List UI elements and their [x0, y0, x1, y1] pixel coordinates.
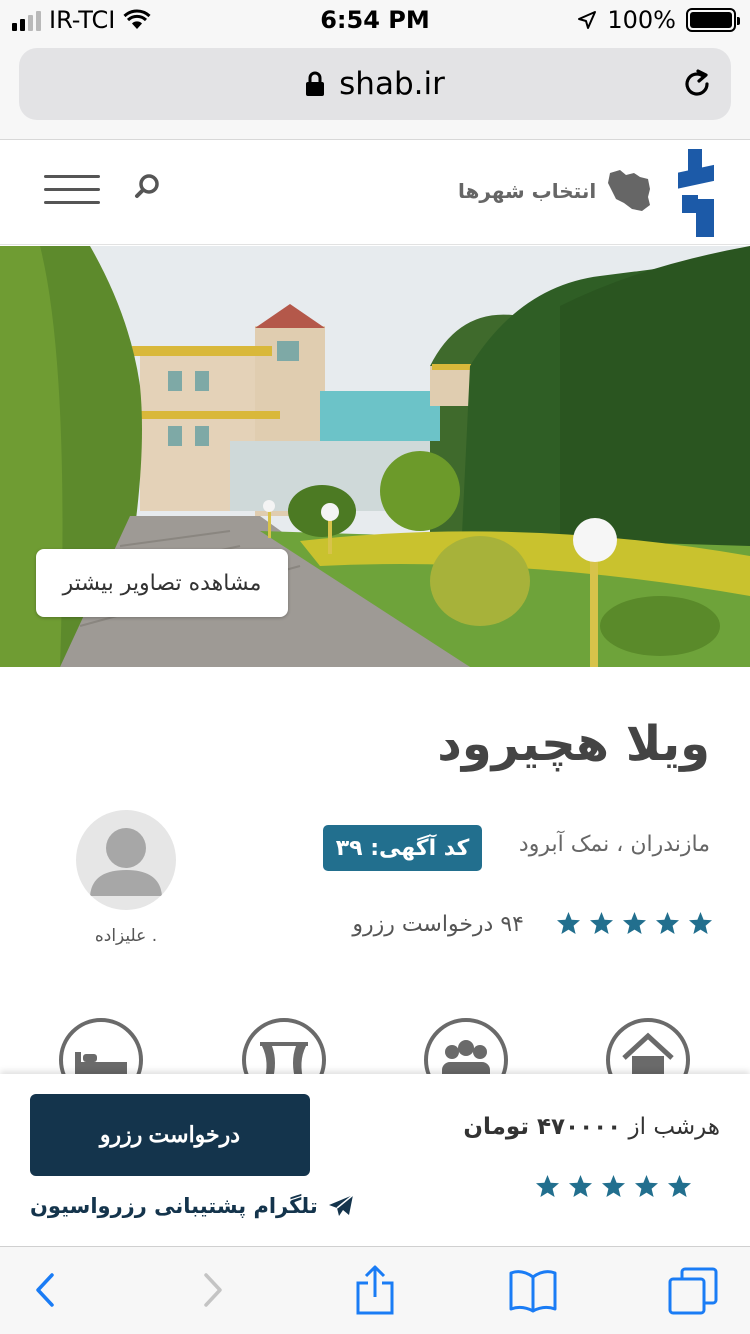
- browser-toolbar: [0, 1246, 750, 1334]
- search-icon[interactable]: [132, 171, 164, 203]
- booking-bar: هرشب از ۴۷۰۰۰۰ تومان درخواست رزرو تلگرام…: [0, 1074, 750, 1246]
- tabs-icon[interactable]: [668, 1265, 718, 1315]
- battery-percent: 100%: [607, 6, 676, 34]
- menu-icon[interactable]: [44, 175, 100, 207]
- booking-rating-stars: [535, 1174, 692, 1199]
- share-icon[interactable]: [350, 1265, 400, 1315]
- feature-icons: [0, 1018, 750, 1102]
- back-icon[interactable]: [22, 1265, 72, 1315]
- reserve-request-button[interactable]: درخواست رزرو: [30, 1094, 310, 1176]
- site-header: انتخاب شهرها: [0, 141, 750, 245]
- location-arrow-icon: [578, 11, 597, 29]
- forward-icon[interactable]: [186, 1265, 236, 1315]
- battery-icon: [686, 8, 740, 32]
- bookmarks-icon[interactable]: [508, 1265, 558, 1315]
- host-avatar[interactable]: [76, 810, 176, 910]
- status-bar: IR-TCI 6:54 PM 100%: [0, 0, 750, 40]
- price-prefix: هرشب از: [628, 1114, 720, 1140]
- star-icon: [569, 1175, 592, 1197]
- star-icon: [668, 1175, 691, 1197]
- status-right: 100%: [577, 6, 740, 34]
- ad-code-badge: کد آگهی: ۳۹: [323, 825, 482, 871]
- price-amount: ۴۷۰۰۰۰ تومان: [463, 1114, 622, 1140]
- star-icon: [602, 1175, 625, 1197]
- address-bar[interactable]: shab.ir: [19, 48, 731, 120]
- star-icon: [590, 912, 613, 934]
- user-icon: [90, 828, 162, 896]
- rating-stars: [556, 911, 713, 936]
- city-select-label: انتخاب شهرها: [458, 179, 597, 203]
- listing-title: ویلا هچیرود: [437, 716, 710, 772]
- telegram-support-link[interactable]: تلگرام پشتیبانی رزرواسیون: [30, 1194, 354, 1218]
- star-icon: [689, 912, 712, 934]
- star-icon: [536, 1175, 559, 1197]
- telegram-plane-icon: [328, 1194, 354, 1216]
- lock-icon: [306, 71, 325, 96]
- url-text: shab.ir: [339, 66, 445, 102]
- listing-location: مازندران ، نمک آبرود: [518, 832, 710, 857]
- star-icon: [656, 912, 679, 934]
- iran-map-icon: [608, 170, 651, 211]
- more-photos-button[interactable]: مشاهده تصاویر بیشتر: [36, 549, 288, 617]
- hero-photo[interactable]: مشاهده تصاویر بیشتر: [0, 246, 750, 667]
- host-name: . علیزاده: [94, 926, 158, 946]
- request-count: ۹۴ درخواست رزرو: [352, 912, 524, 937]
- city-select[interactable]: انتخاب شهرها: [458, 167, 654, 215]
- price-text: هرشب از ۴۷۰۰۰۰ تومان: [463, 1114, 720, 1140]
- shab-logo[interactable]: [676, 149, 716, 237]
- star-icon: [557, 912, 580, 934]
- reload-icon[interactable]: [679, 66, 715, 102]
- star-icon: [623, 912, 646, 934]
- browser-address-area: shab.ir: [0, 40, 750, 140]
- star-icon: [635, 1175, 658, 1197]
- telegram-support-label: تلگرام پشتیبانی رزرواسیون: [30, 1194, 318, 1218]
